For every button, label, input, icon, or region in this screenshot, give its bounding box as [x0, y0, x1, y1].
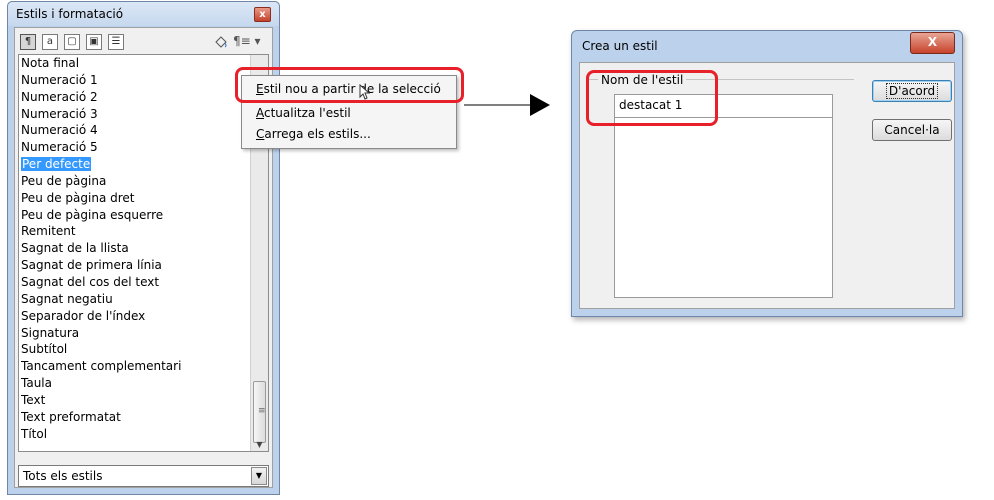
highlight-box-style-name	[586, 70, 718, 126]
scrollbar-thumb[interactable]: ≡	[253, 381, 266, 443]
style-list-item-label: Per defecte	[21, 157, 92, 172]
style-list-item[interactable]: Text preformatat	[19, 409, 268, 426]
style-filter-value: Tots els estils	[23, 469, 103, 483]
style-list-item-label: Taula	[21, 376, 52, 391]
style-list-item[interactable]: Taula	[19, 375, 268, 392]
style-list-item[interactable]: Peu de pàgina	[19, 173, 268, 190]
dialog-close-button[interactable]: X	[910, 32, 955, 54]
style-list-item[interactable]: Numeració 5	[19, 139, 268, 156]
chevron-down-icon[interactable]: ▼	[251, 467, 267, 485]
style-list-item-label: Numeració 4	[21, 123, 98, 138]
style-list-item-label: Numeració 5	[21, 140, 98, 155]
style-list-item-label: Numeració 2	[21, 89, 98, 104]
style-list-item[interactable]: Peu de pàgina esquerre	[19, 207, 268, 224]
paint-bucket-icon[interactable]	[213, 34, 229, 53]
panel-titlebar: Estils i formatació x	[8, 2, 279, 26]
style-list-item[interactable]: Text	[19, 392, 268, 409]
new-style-menu-button[interactable]: ¶≡ ▾	[233, 34, 261, 48]
style-list-item[interactable]: Numeració 4	[19, 122, 268, 139]
style-list-item[interactable]: Nota final	[19, 55, 268, 72]
style-list-item[interactable]: Numeració 2	[19, 89, 268, 106]
ok-button[interactable]: D'acord	[872, 80, 952, 102]
style-list-item-label: Sagnat negatiu	[21, 291, 113, 306]
character-styles-button[interactable]: a	[42, 34, 58, 50]
style-list-item-label: Nota final	[21, 56, 80, 70]
panel-close-button[interactable]: x	[254, 7, 271, 22]
style-list-item-label: Text preformatat	[21, 409, 121, 424]
style-list-item[interactable]: Tancament complementari	[19, 358, 268, 375]
style-list[interactable]: Nota final Numeració 1 Numeració 2 Numeraci…	[18, 54, 269, 452]
style-list-item-label: Signatura	[21, 325, 80, 340]
style-list-item-label: Peu de pàgina	[21, 173, 107, 188]
grip-icon: ≡	[258, 406, 266, 416]
menu-item-load-styles[interactable]: Carrega els estils...	[256, 127, 371, 141]
style-list-item-label: Text	[21, 392, 46, 407]
page-styles-button[interactable]: ▣	[86, 34, 102, 50]
list-styles-button[interactable]: ☰	[108, 34, 124, 50]
style-list-item[interactable]: Sagnat de la llista	[19, 240, 268, 257]
style-list-item[interactable]: Numeració 3	[19, 106, 268, 123]
style-list-item[interactable]: Separador de l'índex	[19, 308, 268, 325]
style-list-item-label: Numeració 1	[21, 72, 98, 87]
style-filter-select[interactable]: Tots els estils ▼	[18, 465, 269, 487]
style-list-item[interactable]: Sagnat negatiu	[19, 291, 268, 308]
style-list-item-label: Subtítol	[21, 342, 68, 357]
paragraph-styles-button[interactable]: ¶	[20, 34, 36, 50]
arrow-icon	[464, 94, 550, 116]
mouse-cursor-icon	[359, 83, 371, 100]
style-list-item-label: Separador de l'índex	[21, 308, 146, 323]
highlight-box-menu-item	[235, 67, 464, 103]
frame-styles-button[interactable]: ▢	[64, 34, 80, 50]
style-list-item-label: Sagnat de primera línia	[21, 258, 162, 273]
style-name-list[interactable]	[614, 118, 833, 298]
cancel-button[interactable]: Cancel·la	[872, 119, 952, 141]
style-list-item[interactable]: Numeració 1	[19, 72, 268, 89]
style-list-item-label: Numeració 3	[21, 106, 98, 121]
style-list-item-label: Títol	[21, 426, 48, 441]
style-list-item[interactable]: Subtítol	[19, 341, 268, 358]
style-list-item-label: Remitent	[21, 224, 76, 239]
panel-title: Estils i formatació	[16, 7, 124, 21]
style-list-item[interactable]: Remitent	[19, 223, 268, 240]
style-list-item[interactable]: Signatura	[19, 325, 268, 342]
style-list-item-label: Sagnat del cos del text	[21, 274, 160, 289]
style-list-item-label: Peu de pàgina dret	[21, 190, 135, 205]
scroll-down-icon[interactable]: ▼	[251, 440, 268, 449]
style-list-item[interactable]: Títol	[19, 426, 268, 443]
style-list-item-label: Tancament complementari	[21, 359, 182, 374]
style-list-item-label: Sagnat de la llista	[21, 241, 129, 256]
menu-item-update-style[interactable]: Actualitza l'estil	[256, 106, 351, 120]
style-list-item-label: Peu de pàgina esquerre	[21, 207, 164, 222]
style-list-item[interactable]: Sagnat de primera línia	[19, 257, 268, 274]
style-list-item[interactable]: Per defecte	[19, 156, 268, 173]
style-list-item[interactable]: Peu de pàgina dret	[19, 190, 268, 207]
dialog-title: Crea un estil	[582, 39, 658, 53]
style-list-item[interactable]: Sagnat del cos del text	[19, 274, 268, 291]
